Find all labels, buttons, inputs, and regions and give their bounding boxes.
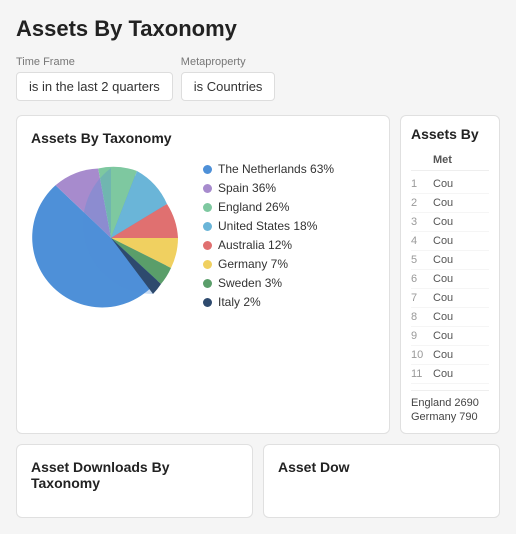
table-row: 10 Cou: [411, 346, 489, 365]
row-num-10: 10: [411, 349, 433, 361]
table-row: 5 Cou: [411, 251, 489, 270]
row-val-10: Cou: [433, 349, 453, 361]
bottom-right-card: Asset Dow: [263, 444, 500, 518]
table-row: 8 Cou: [411, 308, 489, 327]
table-row: 9 Cou: [411, 327, 489, 346]
legend-item-sweden: Sweden 3%: [203, 276, 375, 290]
table-row: 6 Cou: [411, 270, 489, 289]
legend-item-england: England 26%: [203, 200, 375, 214]
chart-area: The Netherlands 63% Spain 36% England 26…: [31, 158, 375, 318]
row-val-5: Cou: [433, 254, 453, 266]
timeframe-filter-group: Time Frame is in the last 2 quarters: [16, 56, 173, 101]
legend-item-netherlands: The Netherlands 63%: [203, 162, 375, 176]
legend-dot-spain: [203, 184, 212, 193]
row-num-11: 11: [411, 368, 433, 380]
row-num-7: 7: [411, 292, 433, 304]
pie-chart: [31, 158, 191, 318]
timeframe-chip[interactable]: is in the last 2 quarters: [16, 72, 173, 101]
legend-item-italy: Italy 2%: [203, 295, 375, 309]
legend-dot-italy: [203, 298, 212, 307]
legend-item-us: United States 18%: [203, 219, 375, 233]
row-num-4: 4: [411, 235, 433, 247]
legend-dot-us: [203, 222, 212, 231]
chart-card: Assets By Taxonomy: [16, 115, 390, 434]
filters-bar: Time Frame is in the last 2 quarters Met…: [16, 56, 500, 101]
row-val-1: Cou: [433, 178, 453, 190]
col-met-header: Met: [433, 154, 489, 166]
table-row: 3 Cou: [411, 213, 489, 232]
table-card: Assets By Met 1 Cou 2 Cou 3 Cou: [400, 115, 500, 434]
legend-label-england: England 26%: [218, 200, 289, 214]
legend-dot-netherlands: [203, 165, 212, 174]
bottom-right-title: Asset Dow: [278, 459, 485, 475]
row-val-8: Cou: [433, 311, 453, 323]
legend-dot-england: [203, 203, 212, 212]
legend-label-us: United States 18%: [218, 219, 317, 233]
legend-label-sweden: Sweden 3%: [218, 276, 282, 290]
table-row: 1 Cou: [411, 175, 489, 194]
row-num-1: 1: [411, 178, 433, 190]
table-row: 2 Cou: [411, 194, 489, 213]
row-val-7: Cou: [433, 292, 453, 304]
legend-item-spain: Spain 36%: [203, 181, 375, 195]
row-val-3: Cou: [433, 216, 453, 228]
page: Assets By Taxonomy Time Frame is in the …: [0, 0, 516, 534]
bottom-left-title: Asset Downloads By Taxonomy: [31, 459, 238, 491]
germany-detail: Germany 790: [411, 411, 489, 423]
metaproperty-chip[interactable]: is Countries: [181, 72, 276, 101]
table-row: 7 Cou: [411, 289, 489, 308]
legend-label-spain: Spain 36%: [218, 181, 276, 195]
bottom-row: Asset Downloads By Taxonomy Asset Dow: [16, 444, 500, 518]
col-num-header: [411, 154, 433, 166]
row-num-5: 5: [411, 254, 433, 266]
row-num-6: 6: [411, 273, 433, 285]
legend-label-australia: Australia 12%: [218, 238, 292, 252]
row-val-2: Cou: [433, 197, 453, 209]
metaproperty-filter-group: Metaproperty is Countries: [181, 56, 276, 101]
chart-legend: The Netherlands 63% Spain 36% England 26…: [203, 162, 375, 314]
legend-item-germany: Germany 7%: [203, 257, 375, 271]
table-rows: 1 Cou 2 Cou 3 Cou 4 Cou 5 Cou: [411, 175, 489, 384]
bottom-left-card: Asset Downloads By Taxonomy: [16, 444, 253, 518]
page-title: Assets By Taxonomy: [16, 16, 500, 42]
legend-dot-australia: [203, 241, 212, 250]
table-header: Met: [411, 154, 489, 171]
metaproperty-label: Metaproperty: [181, 56, 276, 68]
row-val-4: Cou: [433, 235, 453, 247]
legend-label-italy: Italy 2%: [218, 295, 261, 309]
row-val-11: Cou: [433, 368, 453, 380]
legend-label-netherlands: The Netherlands 63%: [218, 162, 334, 176]
row-num-3: 3: [411, 216, 433, 228]
table-row: 4 Cou: [411, 232, 489, 251]
table-card-title: Assets By: [411, 126, 489, 142]
row-num-2: 2: [411, 197, 433, 209]
row-num-8: 8: [411, 311, 433, 323]
legend-dot-germany: [203, 260, 212, 269]
england-detail: England 2690: [411, 397, 489, 409]
pie-svg: [31, 158, 191, 318]
legend-item-australia: Australia 12%: [203, 238, 375, 252]
main-row: Assets By Taxonomy: [16, 115, 500, 434]
timeframe-label: Time Frame: [16, 56, 173, 68]
legend-dot-sweden: [203, 279, 212, 288]
country-details: England 2690 Germany 790: [411, 390, 489, 423]
row-num-9: 9: [411, 330, 433, 342]
row-val-6: Cou: [433, 273, 453, 285]
chart-card-title: Assets By Taxonomy: [31, 130, 375, 146]
table-row: 11 Cou: [411, 365, 489, 384]
row-val-9: Cou: [433, 330, 453, 342]
legend-label-germany: Germany 7%: [218, 257, 288, 271]
